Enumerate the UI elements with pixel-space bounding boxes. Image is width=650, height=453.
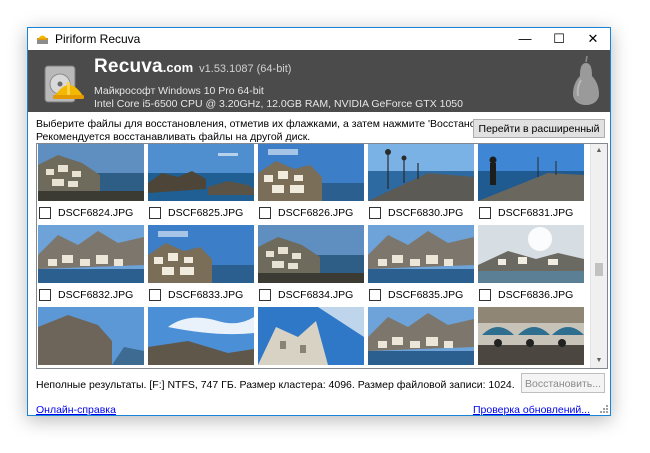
file-name: DSCF6835.JPG (388, 288, 464, 301)
thumbnail-tile[interactable] (368, 307, 474, 365)
restore-button[interactable]: Восстановить... (521, 373, 605, 393)
os-info: Майкрософт Windows 10 Pro 64-bit (94, 85, 264, 97)
version-label: v1.53.1087 (64-bit) (199, 63, 292, 75)
file-checkbox[interactable] (149, 206, 161, 219)
scroll-down-icon[interactable]: ▼ (591, 354, 607, 368)
thumbnail-caption: DSCF6833.JPG (148, 286, 254, 303)
thumbnail-caption: DSCF6835.JPG (368, 286, 474, 303)
file-checkbox[interactable] (479, 206, 491, 219)
thumbnail-tile[interactable]: DSCF6833.JPG (148, 225, 254, 303)
close-button[interactable]: ✕ (576, 28, 610, 50)
photo-thumbnail[interactable] (258, 144, 364, 201)
photo-thumbnail[interactable] (258, 225, 364, 283)
recuva-drive-hardhat-logo (41, 56, 85, 106)
thumbnail-tile[interactable]: DSCF6825.JPG (148, 144, 254, 221)
photo-thumbnail[interactable] (478, 144, 584, 201)
file-checkbox[interactable] (39, 288, 51, 301)
check-updates-link[interactable]: Проверка обновлений... (473, 404, 590, 415)
file-checkbox[interactable] (369, 288, 381, 301)
photo-thumbnail[interactable] (148, 225, 254, 283)
photo-thumbnail[interactable] (368, 307, 474, 365)
photo-thumbnail[interactable] (38, 307, 144, 365)
thumbnail-tile[interactable]: DSCF6832.JPG (38, 225, 144, 303)
brand: Recuva.com v1.53.1087 (64-bit) (94, 56, 291, 78)
file-name: DSCF6826.JPG (278, 206, 354, 219)
thumbnail-caption: DSCF6831.JPG (478, 204, 584, 221)
thumbnail-tile[interactable]: DSCF6836.JPG (478, 225, 584, 303)
thumbnail-caption: DSCF6834.JPG (258, 286, 364, 303)
brand-suffix: .com (162, 60, 194, 75)
photo-thumbnail[interactable] (258, 307, 364, 365)
scroll-up-icon[interactable]: ▲ (591, 144, 607, 158)
file-checkbox[interactable] (259, 206, 271, 219)
minimize-button[interactable]: — (508, 28, 542, 50)
photo-thumbnail[interactable] (368, 225, 474, 283)
window-title: Piriform Recuva (55, 32, 141, 46)
file-name: DSCF6830.JPG (388, 206, 464, 219)
thumbnail-tile[interactable]: DSCF6835.JPG (368, 225, 474, 303)
file-thumbnail-gallery[interactable]: DSCF6824.JPG DSCF6825.JPG DSCF6826.JPG DSCF… (36, 143, 608, 369)
instructions: Выберите файлы для восстановления, отмет… (36, 118, 502, 144)
photo-thumbnail[interactable] (38, 225, 144, 283)
file-name: DSCF6833.JPG (168, 288, 244, 301)
thumbnail-tile[interactable]: DSCF6830.JPG (368, 144, 474, 221)
online-help-link[interactable]: Онлайн-справка (36, 404, 116, 415)
instructions-line-1: Выберите файлы для восстановления, отмет… (36, 118, 503, 130)
photo-thumbnail[interactable] (38, 144, 144, 201)
thumbnail-tile[interactable] (258, 307, 364, 365)
advanced-mode-button[interactable]: Перейти в расширенный режим (473, 119, 605, 154)
photo-thumbnail[interactable] (478, 307, 584, 365)
thumbnail-tile[interactable] (148, 307, 254, 365)
title-bar[interactable]: Piriform Recuva — ☐ ✕ (28, 28, 610, 50)
thumbnail-tile[interactable]: DSCF6826.JPG (258, 144, 364, 221)
thumbnail-tile[interactable]: DSCF6831.JPG (478, 144, 584, 221)
recuva-hardhat-icon (36, 32, 49, 45)
resize-grip-icon[interactable] (598, 403, 608, 413)
thumbnail-caption: DSCF6824.JPG (38, 204, 144, 221)
thumbnail-caption: DSCF6825.JPG (148, 204, 254, 221)
thumbnail-caption: DSCF6830.JPG (368, 204, 474, 221)
file-checkbox[interactable] (479, 288, 491, 301)
app-header: Recuva.com v1.53.1087 (64-bit) Майкрософт… (28, 50, 610, 112)
thumbnail-tile[interactable]: DSCF6824.JPG (38, 144, 144, 221)
photo-thumbnail[interactable] (148, 144, 254, 201)
status-text: Неполные результаты. [F:] NTFS, 747 ГБ. … (36, 379, 516, 391)
thumbnail-caption: DSCF6832.JPG (38, 286, 144, 303)
file-name: DSCF6834.JPG (278, 288, 354, 301)
photo-thumbnail[interactable] (478, 225, 584, 283)
hardware-info: Intel Core i5-6500 CPU @ 3.20GHz, 12.0GB… (94, 98, 463, 110)
thumbnail-tile[interactable]: DSCF6834.JPG (258, 225, 364, 303)
vertical-scrollbar[interactable]: ▲ ▼ (590, 144, 607, 368)
recuva-window: Piriform Recuva — ☐ ✕ Recuva.com v1.53.10… (27, 27, 611, 416)
brand-name: Recuva (94, 56, 163, 77)
maximize-button[interactable]: ☐ (542, 28, 576, 50)
file-name: DSCF6832.JPG (58, 288, 134, 301)
file-name: DSCF6825.JPG (168, 206, 244, 219)
photo-thumbnail[interactable] (368, 144, 474, 201)
thumbnail-tile[interactable] (478, 307, 584, 365)
photo-thumbnail[interactable] (148, 307, 254, 365)
file-name: DSCF6824.JPG (58, 206, 134, 219)
file-checkbox[interactable] (39, 206, 51, 219)
file-checkbox[interactable] (259, 288, 271, 301)
thumbnail-caption: DSCF6836.JPG (478, 286, 584, 303)
piriform-pear-logo (572, 55, 600, 106)
file-checkbox[interactable] (149, 288, 161, 301)
file-name: DSCF6831.JPG (498, 206, 574, 219)
thumbnail-tile[interactable] (38, 307, 144, 365)
thumbnail-caption: DSCF6826.JPG (258, 204, 364, 221)
file-name: DSCF6836.JPG (498, 288, 574, 301)
file-checkbox[interactable] (369, 206, 381, 219)
scroll-thumb[interactable] (595, 263, 603, 276)
